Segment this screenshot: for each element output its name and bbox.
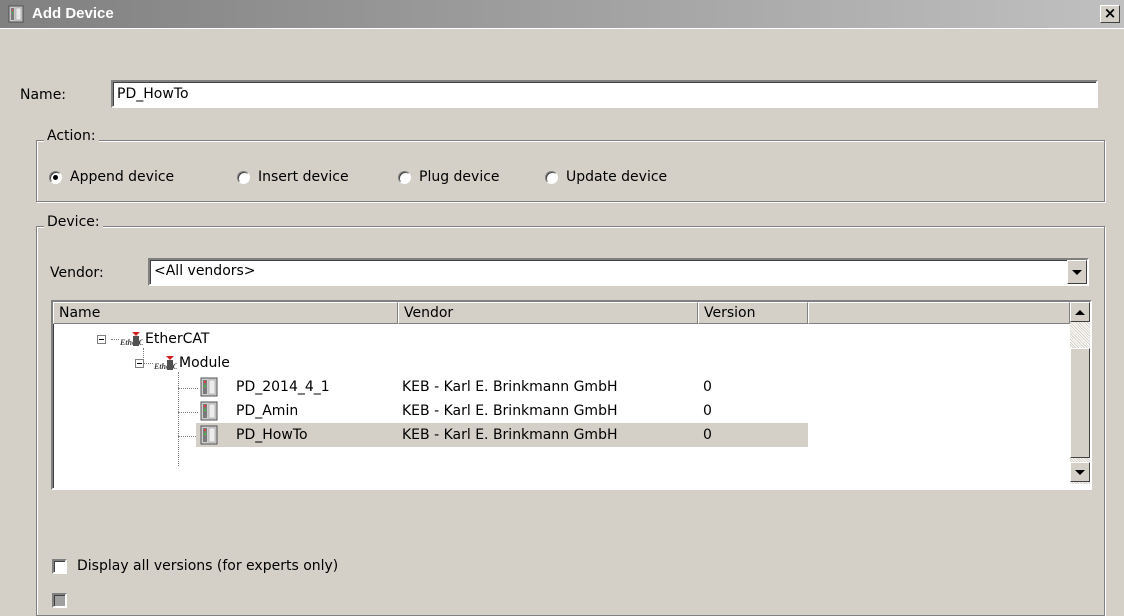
vendor-dropdown[interactable]: <All vendors> [148, 258, 1089, 286]
device-vendor-cell: KEB - Karl E. Brinkmann GmbH [402, 403, 618, 419]
column-header-vendor[interactable]: Vendor [398, 302, 698, 324]
device-icon [200, 425, 218, 445]
tree-node-module[interactable]: EtherCAT Module [53, 351, 1068, 375]
tree-node-device[interactable]: PD_2014_4_1 KEB - Karl E. Brinkmann GmbH… [196, 375, 808, 399]
vendor-label: Vendor: [50, 265, 104, 281]
device-version-cell: 0 [703, 427, 712, 443]
action-legend: Action: [44, 128, 99, 144]
scroll-up-button[interactable] [1070, 302, 1090, 322]
chevron-down-icon [1072, 269, 1082, 275]
window-title: Add Device [32, 5, 114, 22]
radio-plug-device[interactable]: Plug device [398, 169, 500, 185]
tree-node-label: Module [179, 355, 230, 371]
svg-text:EtherCAT: EtherCAT [119, 338, 143, 347]
display-all-versions-label: Display all versions (for experts only) [77, 558, 339, 574]
radio-label: Update device [566, 169, 668, 185]
radio-insert-device[interactable]: Insert device [237, 169, 349, 185]
device-icon [8, 5, 24, 23]
tree-node-ethercat[interactable]: EtherCAT EtherCAT [53, 327, 1068, 351]
scroll-down-button[interactable] [1070, 462, 1090, 482]
tree-line [178, 436, 198, 437]
device-vendor-cell: KEB - Karl E. Brinkmann GmbH [402, 379, 618, 395]
svg-text:EtherCAT: EtherCAT [153, 362, 177, 371]
radio-label: Plug device [419, 169, 500, 185]
device-name-cell: PD_HowTo [236, 427, 308, 443]
device-vendor-cell: KEB - Karl E. Brinkmann GmbH [402, 427, 618, 443]
device-tree[interactable]: Name Vendor Version EtherCAT EtherCAT Et… [51, 300, 1092, 490]
device-icon [200, 377, 218, 397]
tree-line [178, 412, 198, 413]
ethercat-icon: EtherCAT [153, 356, 177, 371]
tree-node-device-selected[interactable]: PD_HowTo KEB - Karl E. Brinkmann GmbH 0 [196, 423, 808, 447]
name-input[interactable] [111, 80, 1098, 108]
column-header-blank [808, 302, 1070, 324]
device-legend: Device: [44, 214, 103, 230]
display-all-versions-option[interactable]: Display all versions (for experts only) [52, 558, 338, 574]
device-icon [200, 401, 218, 421]
radio-label: Insert device [258, 169, 349, 185]
radio-button[interactable] [545, 170, 558, 184]
vertical-scrollbar[interactable] [1070, 302, 1090, 484]
chevron-down-icon [1075, 469, 1085, 475]
device-version-cell: 0 [703, 379, 712, 395]
tree-node-label: EtherCAT [145, 331, 210, 347]
name-label: Name: [20, 87, 67, 103]
title-bar: Add Device × [0, 0, 1124, 29]
radio-update-device[interactable]: Update device [545, 169, 667, 185]
collapse-icon[interactable] [135, 359, 144, 368]
collapse-icon[interactable] [97, 335, 106, 344]
radio-button[interactable] [237, 170, 250, 184]
tree-line [178, 372, 179, 466]
chevron-up-icon [1075, 309, 1085, 315]
device-name-cell: PD_Amin [236, 403, 299, 419]
scrollbar-thumb[interactable] [1070, 348, 1090, 458]
radio-button[interactable] [398, 170, 411, 184]
radio-label: Append device [70, 169, 175, 185]
tree-line [178, 388, 198, 389]
vendor-dropdown-value: <All vendors> [154, 263, 256, 279]
radio-append-device[interactable]: Append device [49, 169, 174, 185]
close-button[interactable]: × [1100, 5, 1120, 23]
radio-button[interactable] [49, 170, 62, 184]
tree-header: Name Vendor Version [53, 302, 1070, 324]
device-name-cell: PD_2014_4_1 [236, 379, 330, 395]
device-version-cell: 0 [703, 403, 712, 419]
tree-node-device[interactable]: PD_Amin KEB - Karl E. Brinkmann GmbH 0 [196, 399, 808, 423]
display-all-versions-checkbox[interactable] [52, 558, 67, 574]
close-icon: × [1103, 4, 1117, 22]
column-header-version[interactable]: Version [698, 302, 808, 324]
ethercat-icon: EtherCAT [119, 332, 143, 347]
dropdown-button[interactable] [1067, 260, 1087, 284]
column-header-name[interactable]: Name [53, 302, 398, 324]
